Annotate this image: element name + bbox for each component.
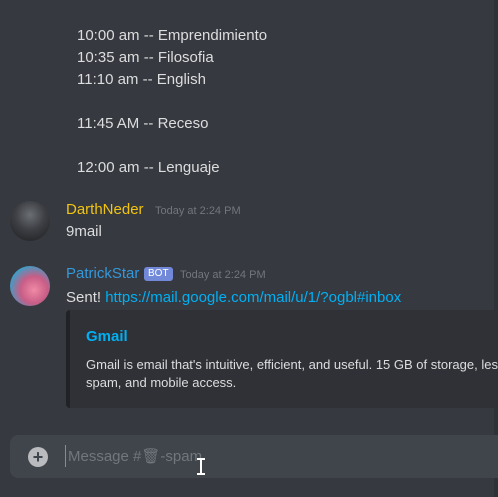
message-prefix: Sent! xyxy=(66,289,102,306)
avatar-darthneder[interactable] xyxy=(10,201,50,241)
author-name[interactable]: PatrickStar xyxy=(66,265,139,282)
message-link[interactable]: https://mail.google.com/mail/u/1/?ogbl#i… xyxy=(105,289,401,306)
schedule-line: 11:45 AM -- Receso xyxy=(77,115,209,132)
embed-description: Gmail is email that's intuitive, efficie… xyxy=(86,357,498,390)
scrollbar-track[interactable] xyxy=(494,0,498,497)
schedule-line: 12:00 am -- Lenguaje xyxy=(77,159,220,176)
embed-title[interactable]: Gmail xyxy=(86,328,128,345)
schedule-line xyxy=(77,91,267,113)
avatar-patrickstar[interactable] xyxy=(10,266,50,306)
message-timestamp: Today at 2:24 PM xyxy=(155,205,241,217)
text-cursor-icon xyxy=(197,458,205,475)
schedule-line xyxy=(77,135,267,157)
schedule-message: 10:00 am -- Emprendimiento 10:35 am -- F… xyxy=(77,25,267,179)
schedule-line: 10:35 am -- Filosofia xyxy=(77,49,214,66)
schedule-line: 10:00 am -- Emprendimiento xyxy=(77,27,268,44)
link-embed: Gmail Gmail is email that's intuitive, e… xyxy=(66,310,498,408)
message-content: Sent! https://mail.google.com/mail/u/1/?… xyxy=(66,289,401,306)
author-name[interactable]: DarthNeder xyxy=(66,201,144,218)
message-composer[interactable]: + Message #🗑-spam xyxy=(10,435,498,478)
composer-caret xyxy=(65,445,66,467)
schedule-line: 11:10 am -- English xyxy=(77,71,206,88)
message-input-placeholder[interactable]: Message #🗑-spam xyxy=(68,447,202,465)
plus-circle-icon[interactable]: + xyxy=(28,447,48,467)
message-content: 9mail xyxy=(66,223,102,240)
message-timestamp: Today at 2:24 PM xyxy=(180,269,266,281)
bot-badge: BOT xyxy=(144,267,173,281)
